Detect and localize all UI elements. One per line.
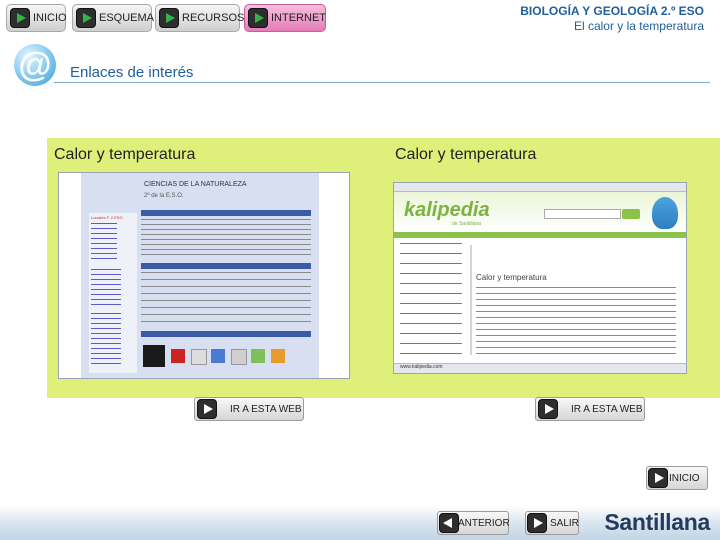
preview-brand-sub: de Santillana [452,221,481,227]
anterior-button[interactable]: ANTERIOR [437,511,510,535]
nav-label: ESQUEMA [99,12,155,24]
preview-thumbnail [231,349,247,365]
preview-subheading: 2º de la E.S.O. [144,193,184,199]
salir-label: SALIR [550,517,579,529]
preview-thumbnail [211,349,225,363]
salir-button[interactable]: SALIR [525,511,579,535]
preview-search [544,209,621,219]
nav-internet-button[interactable]: INTERNET [244,4,326,32]
preview-sidebar-links [91,223,117,263]
preview-bar [141,331,311,337]
preview-divider [470,245,472,355]
preview-mascot [652,197,678,229]
preview-bar [141,263,311,269]
section-title: Enlaces de interés [70,64,194,81]
play-icon [197,399,217,419]
website-preview-right: kalipedia de Santillana Calor y temperat… [393,182,687,374]
divider [54,82,710,83]
inicio-button[interactable]: INICIO [646,466,708,490]
preview-article-text [476,287,676,355]
preview-brand: kalipedia [404,199,490,221]
preview-thumbnail [251,349,265,363]
preview-heading: CIENCIAS DE LA NATURALEZA [144,181,247,188]
play-icon [10,8,30,28]
play-icon [248,8,268,28]
nav-label: INTERNET [271,12,326,24]
go-button-label: IR A ESTA WEB [230,403,302,415]
preview-side-menu [400,243,462,361]
preview-thumbnail [191,349,207,365]
website-preview-left: CIENCIAS DE LA NATURALEZA 2º de la E.S.O… [58,172,350,379]
inicio-label: INICIO [669,472,700,484]
preview-table [141,272,311,328]
anterior-label: ANTERIOR [458,517,510,529]
preview-status-text: www.kalipedia.com [400,364,443,370]
preview-nav-bar [394,232,686,238]
nav-esquema-button[interactable]: ESQUEMA [72,4,155,32]
page-title: BIOLOGÍA Y GEOLOGÍA 2.º ESO [520,4,704,18]
preview-text [141,219,311,255]
panel-title-left: Calor y temperatura [54,146,196,163]
go-button-label: IR A ESTA WEB [571,403,643,415]
play-icon [648,468,668,488]
nav-recursos-button[interactable]: RECURSOS [155,4,244,32]
preview-sidebar-links [91,269,121,305]
go-to-web-button-right[interactable]: IR A ESTA WEB [535,397,645,421]
preview-thumbnail [171,349,185,363]
play-icon [76,8,96,28]
nav-inicio-button[interactable]: INICIO [6,4,67,32]
page-subtitle: El calor y la temperatura [573,19,704,33]
nav-label: INICIO [33,12,67,24]
play-icon [159,8,179,28]
preview-article-title: Calor y temperatura [476,273,547,282]
preview-thumbnail [271,349,285,363]
preview-bar [141,210,311,216]
back-icon [439,513,459,533]
panel-title-right: Calor y temperatura [395,146,537,163]
preview-sidebar-links [91,313,121,368]
preview-thumbnail [143,345,165,367]
preview-sidebar-title: Lourdes F. 2 ESO [91,215,123,220]
play-icon [527,513,547,533]
santillana-logo: Santillana [604,509,710,535]
preview-search-button [622,209,640,219]
at-sign-icon: @ [14,44,56,86]
nav-label: RECURSOS [182,12,245,24]
preview-toolbar [394,183,686,192]
play-icon [538,399,558,419]
go-to-web-button-left[interactable]: IR A ESTA WEB [194,397,304,421]
